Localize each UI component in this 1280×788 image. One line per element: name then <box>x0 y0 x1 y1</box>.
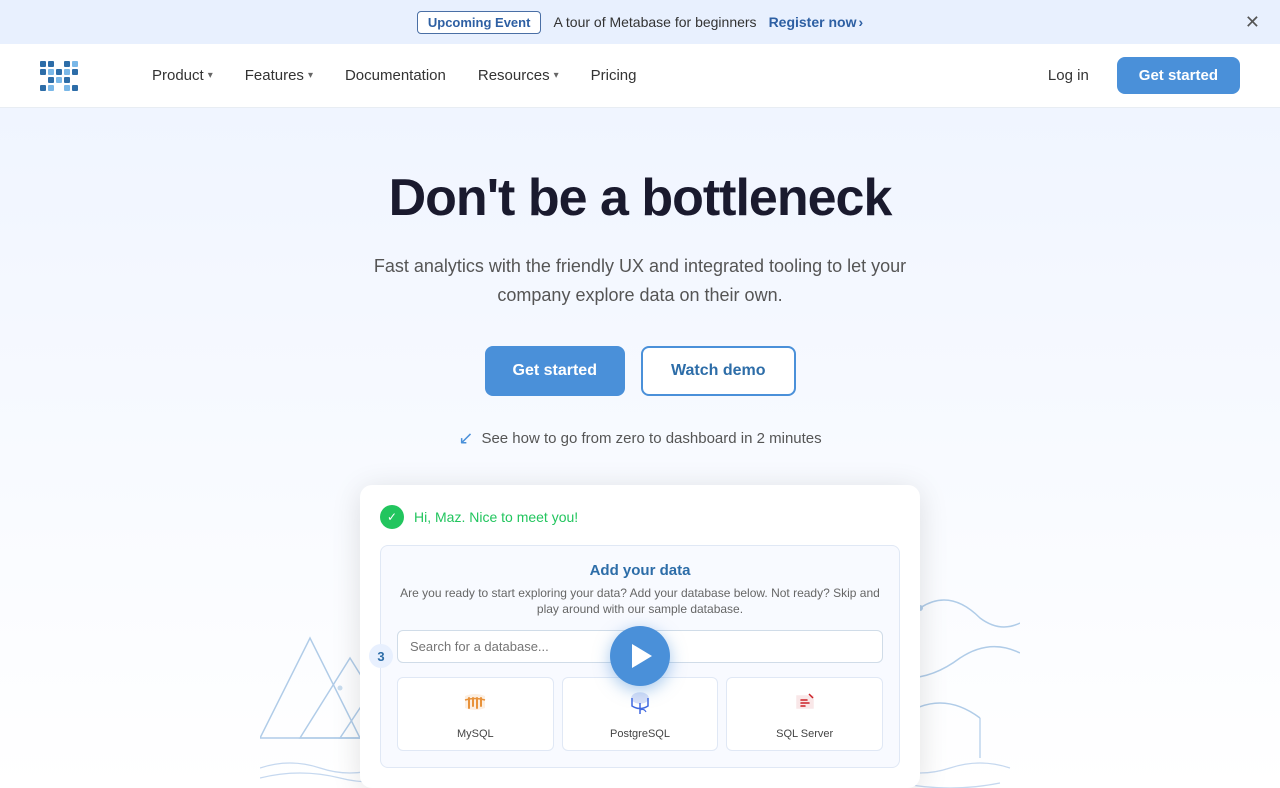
mysql-label: MySQL <box>457 728 494 740</box>
main-nav: Product ▾ Features ▾ Documentation Resou… <box>0 44 1280 108</box>
demo-link[interactable]: ↙ See how to go from zero to dashboard i… <box>20 428 1260 449</box>
success-icon: ✓ <box>380 505 404 529</box>
logo[interactable] <box>40 61 78 91</box>
announcement-badge: Upcoming Event <box>417 11 542 34</box>
play-icon <box>632 644 652 668</box>
dashboard-preview: ✓ Hi, Maz. Nice to meet you! 3 Add your … <box>290 485 990 788</box>
dashboard-card: ✓ Hi, Maz. Nice to meet you! 3 Add your … <box>360 485 920 788</box>
login-button[interactable]: Log in <box>1036 59 1101 92</box>
hero-section: Don't be a bottleneck Fast analytics wit… <box>0 108 1280 788</box>
db-sqlserver[interactable]: SQL Server <box>726 677 883 751</box>
postgresql-icon <box>626 688 654 722</box>
features-chevron-icon: ▾ <box>308 70 313 81</box>
add-data-title: Add your data <box>397 562 883 579</box>
register-link[interactable]: Register now › <box>769 14 864 30</box>
demo-arrow-icon: ↙ <box>458 428 473 449</box>
nav-right: Log in Get started <box>1036 57 1240 94</box>
add-data-section: 3 Add your data Are you ready to start e… <box>380 545 900 769</box>
nav-features[interactable]: Features ▾ <box>231 59 327 92</box>
nav-product[interactable]: Product ▾ <box>138 59 227 92</box>
nav-links: Product ▾ Features ▾ Documentation Resou… <box>138 59 1036 92</box>
db-mysql[interactable]: MySQL <box>397 677 554 751</box>
hero-watch-demo-button[interactable]: Watch demo <box>641 346 796 396</box>
sqlserver-label: SQL Server <box>776 728 833 740</box>
greeting-text: Hi, Maz. Nice to meet you! <box>414 509 578 525</box>
postgresql-label: PostgreSQL <box>610 728 670 740</box>
nav-get-started-button[interactable]: Get started <box>1117 57 1240 94</box>
database-grid: MySQL PostgreSQL <box>397 677 883 751</box>
hero-subheadline: Fast analytics with the friendly UX and … <box>360 252 920 310</box>
product-chevron-icon: ▾ <box>208 70 213 81</box>
nav-documentation[interactable]: Documentation <box>331 59 460 92</box>
hero-headline: Don't be a bottleneck <box>20 168 1260 228</box>
hero-get-started-button[interactable]: Get started <box>485 346 625 396</box>
logo-grid <box>40 61 78 91</box>
greeting-bar: ✓ Hi, Maz. Nice to meet you! <box>380 505 900 529</box>
step-badge: 3 <box>369 644 393 668</box>
add-data-desc: Are you ready to start exploring your da… <box>397 585 883 619</box>
nav-pricing[interactable]: Pricing <box>577 59 651 92</box>
hero-buttons: Get started Watch demo <box>20 346 1260 396</box>
resources-chevron-icon: ▾ <box>554 70 559 81</box>
sqlserver-icon <box>791 688 819 722</box>
announcement-text: A tour of Metabase for beginners <box>553 14 756 30</box>
play-video-button[interactable] <box>610 626 670 686</box>
announcement-bar: Upcoming Event A tour of Metabase for be… <box>0 0 1280 44</box>
mysql-icon <box>461 688 489 722</box>
db-postgresql[interactable]: PostgreSQL <box>562 677 719 751</box>
close-announcement-button[interactable]: ✕ <box>1245 13 1260 31</box>
nav-resources[interactable]: Resources ▾ <box>464 59 573 92</box>
